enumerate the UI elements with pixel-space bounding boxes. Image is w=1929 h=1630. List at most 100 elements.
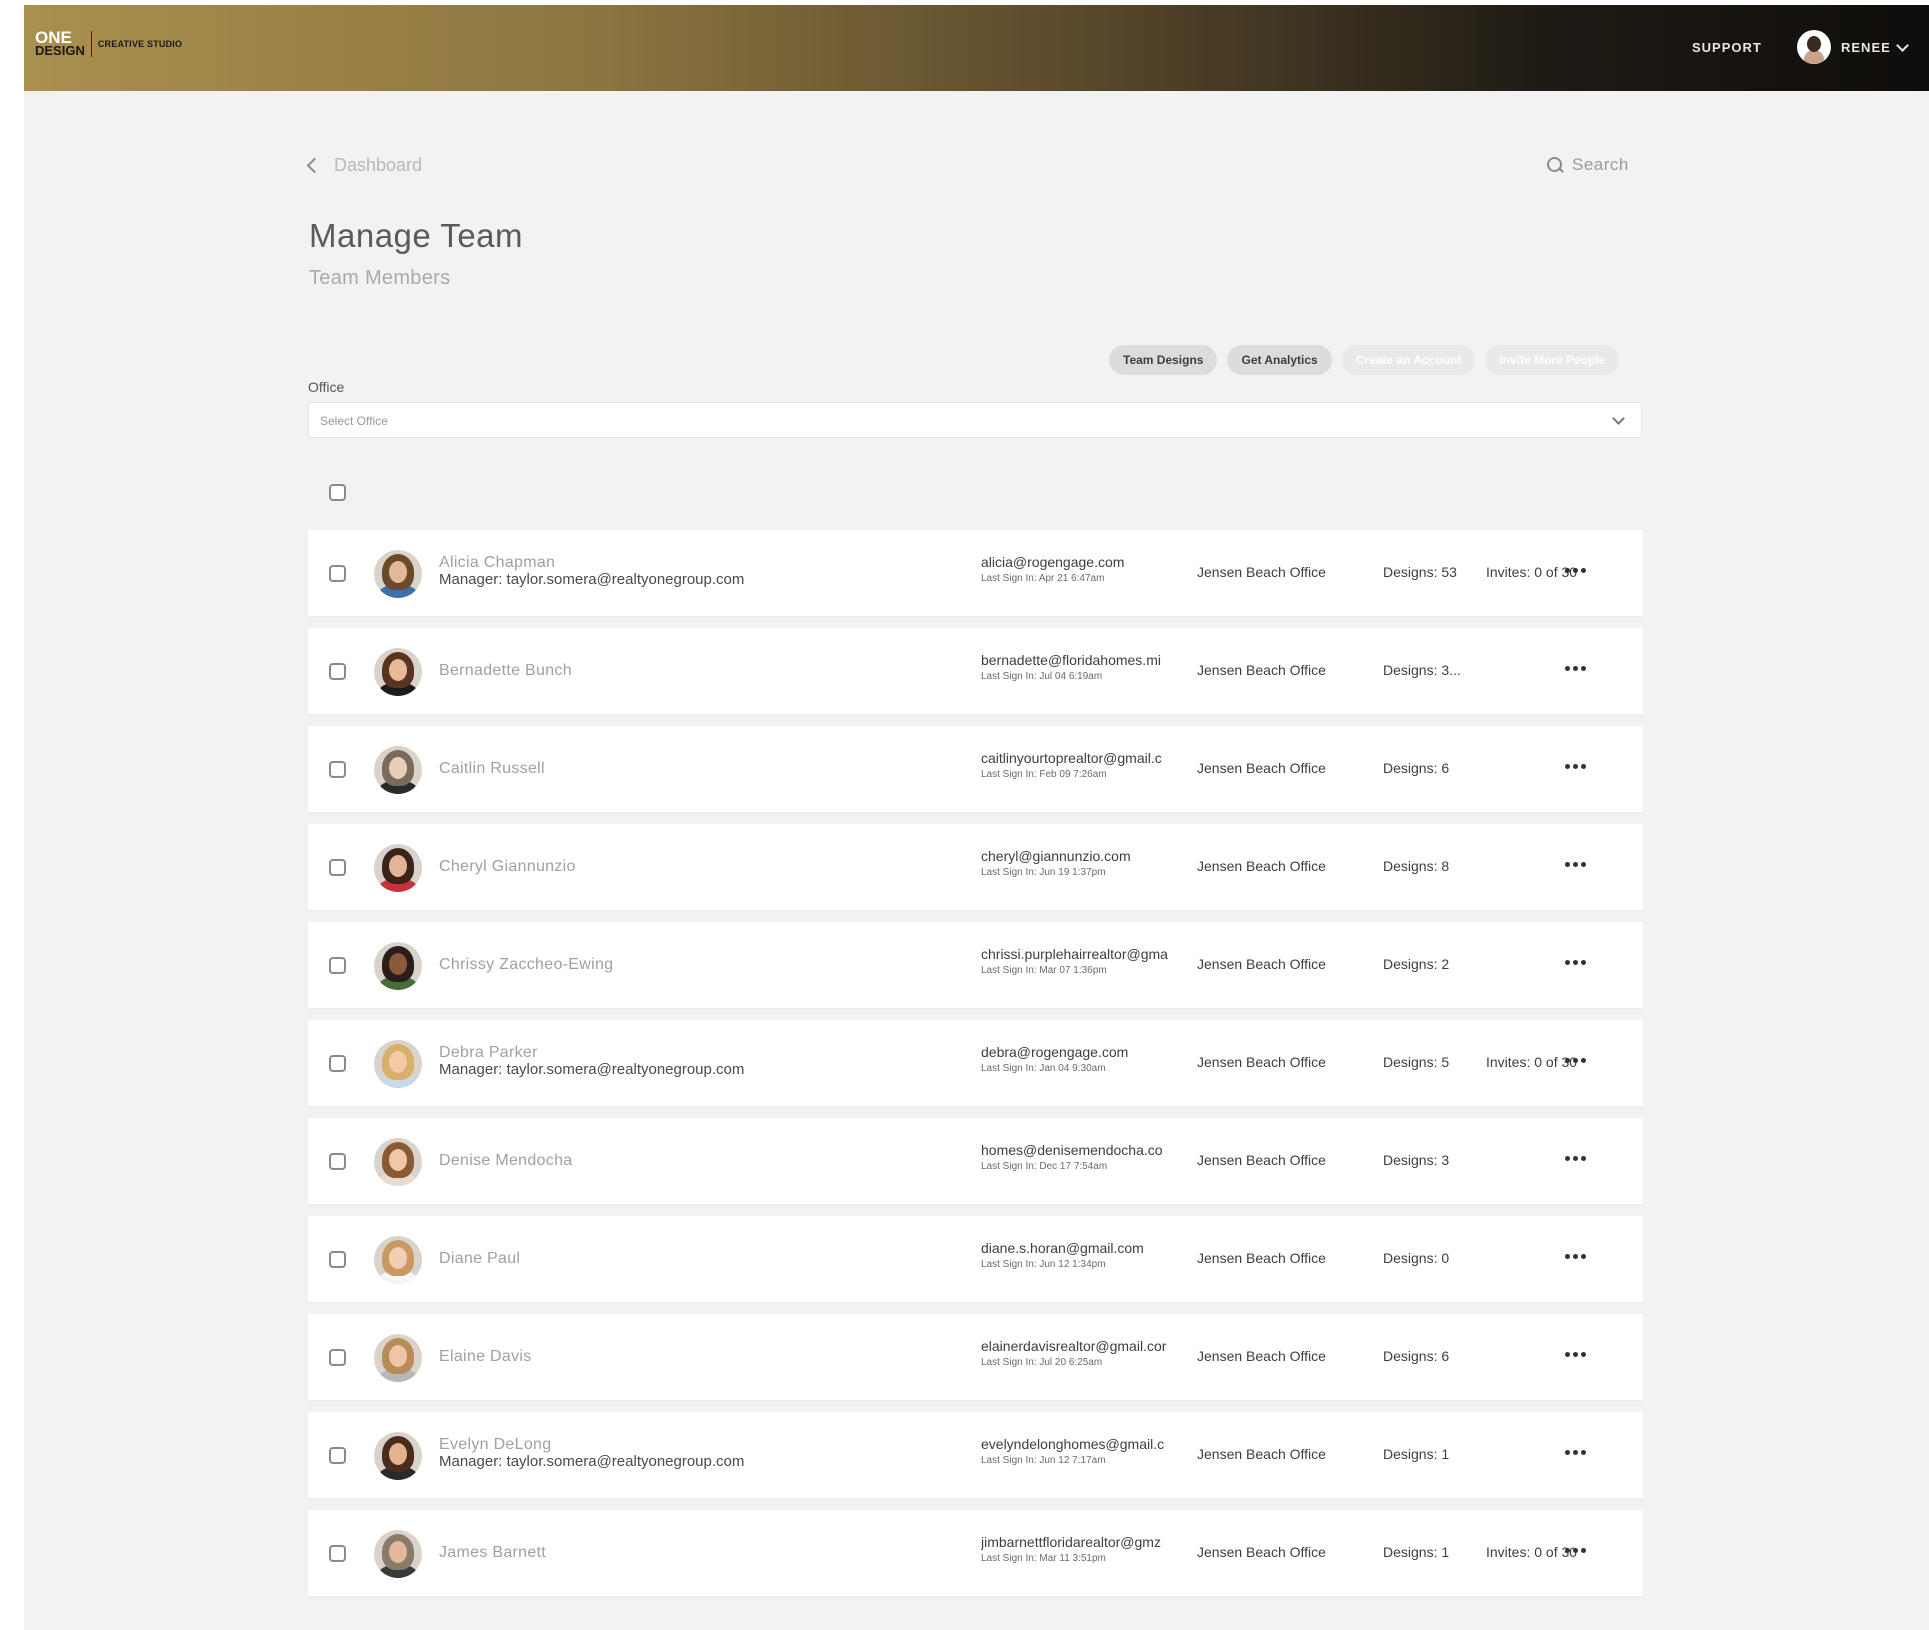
member-row[interactable]: James Barnett jimbarnettfloridarealtor@g… bbox=[308, 1510, 1643, 1596]
member-row[interactable]: Alicia Chapman Manager: taylor.somera@re… bbox=[308, 530, 1643, 616]
avatar bbox=[374, 1138, 422, 1186]
select-all-checkbox[interactable] bbox=[329, 484, 346, 501]
member-office: Jensen Beach Office bbox=[1197, 1250, 1326, 1266]
more-options-icon[interactable] bbox=[1565, 1450, 1586, 1455]
member-row[interactable]: Diane Paul diane.s.horan@gmail.com Last … bbox=[308, 1216, 1643, 1302]
member-office: Jensen Beach Office bbox=[1197, 760, 1326, 776]
member-contact: bernadette@floridahomes.mi Last Sign In:… bbox=[981, 652, 1186, 682]
member-designs: Designs: 1 bbox=[1383, 1446, 1450, 1462]
user-menu[interactable]: RENEE bbox=[1797, 30, 1909, 64]
row-checkbox[interactable] bbox=[329, 1251, 346, 1268]
member-name[interactable]: Evelyn DeLong bbox=[439, 1436, 744, 1454]
member-contact: diane.s.horan@gmail.com Last Sign In: Ju… bbox=[981, 1240, 1186, 1270]
member-name-block: Alicia Chapman Manager: taylor.somera@re… bbox=[439, 554, 744, 588]
office-select[interactable]: Select Office bbox=[308, 402, 1642, 438]
member-name[interactable]: Denise Mendocha bbox=[439, 1152, 572, 1170]
more-options-icon[interactable] bbox=[1565, 1254, 1586, 1259]
member-manager: Manager: taylor.somera@realtyonegroup.co… bbox=[439, 571, 745, 588]
team-designs-button[interactable]: Team Designs bbox=[1109, 345, 1218, 375]
row-checkbox[interactable] bbox=[329, 1447, 346, 1464]
top-bar: ONE DESIGN CREATIVE STUDIO SUPPORT RENEE bbox=[24, 5, 1929, 91]
more-options-icon[interactable] bbox=[1565, 1548, 1586, 1553]
support-link[interactable]: SUPPORT bbox=[1692, 40, 1762, 55]
member-email: bernadette@floridahomes.mi bbox=[981, 652, 1161, 668]
row-checkbox[interactable] bbox=[329, 565, 346, 582]
search-button[interactable]: Search bbox=[1546, 155, 1629, 175]
get-analytics-button[interactable]: Get Analytics bbox=[1227, 345, 1332, 375]
logo-bottom: DESIGN bbox=[35, 43, 85, 58]
office-filter-label: Office bbox=[308, 379, 345, 395]
member-email: debra@rogengage.com bbox=[981, 1044, 1129, 1060]
member-row[interactable]: Bernadette Bunch bernadette@floridahomes… bbox=[308, 628, 1643, 714]
avatar bbox=[374, 550, 422, 598]
more-options-icon[interactable] bbox=[1565, 764, 1586, 769]
member-name[interactable]: Caitlin Russell bbox=[439, 760, 545, 778]
more-options-icon[interactable] bbox=[1565, 1058, 1586, 1063]
member-row[interactable]: Caitlin Russell caitlinyourtoprealtor@gm… bbox=[308, 726, 1643, 812]
member-row[interactable]: Debra Parker Manager: taylor.somera@real… bbox=[308, 1020, 1643, 1106]
row-checkbox[interactable] bbox=[329, 1349, 346, 1366]
member-contact: elainerdavisrealtor@gmail.cor Last Sign … bbox=[981, 1338, 1186, 1368]
brand-logo[interactable]: ONE DESIGN CREATIVE STUDIO bbox=[35, 29, 182, 58]
member-designs: Designs: 3 bbox=[1383, 1152, 1450, 1168]
member-invites: Invites: 0 of 30 bbox=[1486, 564, 1578, 580]
back-to-dashboard[interactable]: Dashboard bbox=[306, 155, 423, 176]
member-name[interactable]: Alicia Chapman bbox=[439, 554, 744, 572]
member-designs: Designs: 0 bbox=[1383, 1250, 1450, 1266]
member-office: Jensen Beach Office bbox=[1197, 1544, 1326, 1560]
member-invites: Invites: 0 of 30 bbox=[1486, 1054, 1578, 1070]
member-designs: Designs: 3... bbox=[1383, 662, 1461, 678]
row-checkbox[interactable] bbox=[329, 859, 346, 876]
member-last-sign-in: Last Sign In: Jul 20 6:25am bbox=[981, 1357, 1103, 1368]
more-options-icon[interactable] bbox=[1565, 1156, 1586, 1161]
member-name[interactable]: Chrissy Zaccheo-Ewing bbox=[439, 956, 613, 974]
member-office: Jensen Beach Office bbox=[1197, 858, 1326, 874]
member-row[interactable]: Denise Mendocha homes@denisemendocha.co … bbox=[308, 1118, 1643, 1204]
create-account-button[interactable]: Create an Account bbox=[1341, 345, 1476, 375]
user-name: RENEE bbox=[1841, 39, 1891, 55]
member-office: Jensen Beach Office bbox=[1197, 1348, 1326, 1364]
member-email: caitlinyourtoprealtor@gmail.c bbox=[981, 750, 1162, 766]
avatar bbox=[374, 844, 422, 892]
row-checkbox[interactable] bbox=[329, 957, 346, 974]
row-checkbox[interactable] bbox=[329, 1055, 346, 1072]
member-name[interactable]: James Barnett bbox=[439, 1544, 546, 1562]
member-name[interactable]: Bernadette Bunch bbox=[439, 662, 572, 680]
member-name[interactable]: Cheryl Giannunzio bbox=[439, 858, 576, 876]
member-email: elainerdavisrealtor@gmail.cor bbox=[981, 1338, 1167, 1354]
logo-mark: ONE DESIGN bbox=[35, 29, 85, 58]
member-row[interactable]: Cheryl Giannunzio cheryl@giannunzio.com … bbox=[308, 824, 1643, 910]
member-email: diane.s.horan@gmail.com bbox=[981, 1240, 1144, 1256]
page-title: Manage Team bbox=[309, 217, 524, 254]
chevron-left-icon bbox=[306, 157, 323, 174]
member-row[interactable]: Chrissy Zaccheo-Ewing chrissi.purplehair… bbox=[308, 922, 1643, 1008]
more-options-icon[interactable] bbox=[1565, 1352, 1586, 1357]
invite-more-button[interactable]: Invite More People bbox=[1485, 345, 1620, 375]
member-row[interactable]: Elaine Davis elainerdavisrealtor@gmail.c… bbox=[308, 1314, 1643, 1400]
member-email: alicia@rogengage.com bbox=[981, 554, 1125, 570]
member-office: Jensen Beach Office bbox=[1197, 564, 1326, 580]
member-contact: debra@rogengage.com Last Sign In: Jan 04… bbox=[981, 1044, 1186, 1074]
member-contact: alicia@rogengage.com Last Sign In: Apr 2… bbox=[981, 554, 1186, 584]
logo-divider bbox=[90, 31, 92, 57]
member-manager: Manager: taylor.somera@realtyonegroup.co… bbox=[439, 1061, 745, 1078]
row-checkbox[interactable] bbox=[329, 761, 346, 778]
back-label: Dashboard bbox=[334, 155, 423, 175]
member-row[interactable]: Evelyn DeLong Manager: taylor.somera@rea… bbox=[308, 1412, 1643, 1498]
row-checkbox[interactable] bbox=[329, 1153, 346, 1170]
member-list: Alicia Chapman Manager: taylor.somera@re… bbox=[308, 530, 1643, 1608]
member-office: Jensen Beach Office bbox=[1197, 956, 1326, 972]
member-name[interactable]: Debra Parker bbox=[439, 1044, 744, 1062]
more-options-icon[interactable] bbox=[1565, 666, 1586, 671]
member-designs: Designs: 53 bbox=[1383, 564, 1457, 580]
user-avatar bbox=[1797, 30, 1831, 64]
more-options-icon[interactable] bbox=[1565, 960, 1586, 965]
page-subtitle: Team Members bbox=[309, 267, 451, 289]
member-office: Jensen Beach Office bbox=[1197, 1152, 1326, 1168]
member-name[interactable]: Elaine Davis bbox=[439, 1348, 532, 1366]
row-checkbox[interactable] bbox=[329, 663, 346, 680]
row-checkbox[interactable] bbox=[329, 1545, 346, 1562]
member-name[interactable]: Diane Paul bbox=[439, 1250, 520, 1268]
more-options-icon[interactable] bbox=[1565, 862, 1586, 867]
more-options-icon[interactable] bbox=[1565, 568, 1586, 573]
